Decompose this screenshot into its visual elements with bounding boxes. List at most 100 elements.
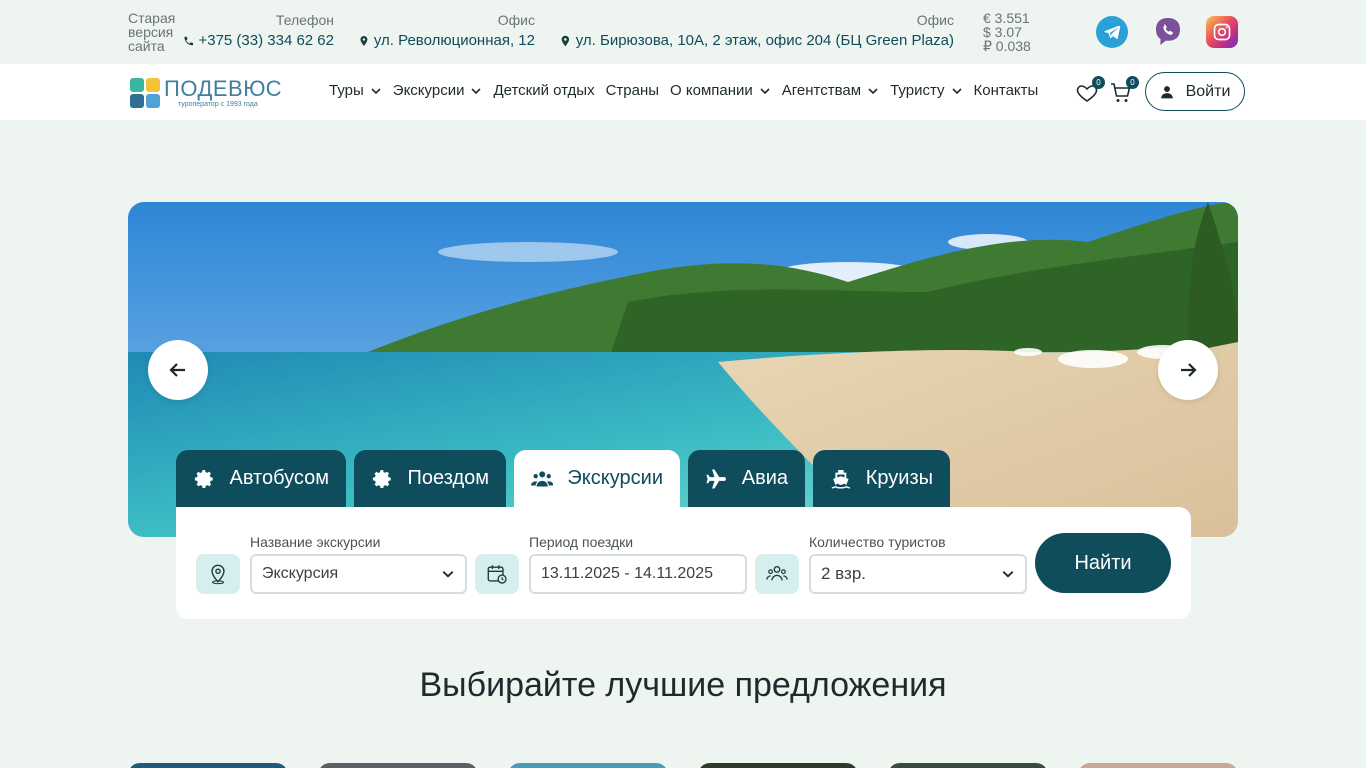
location-pin-icon — [196, 554, 240, 594]
currency-eur: € 3.551 — [983, 10, 1030, 26]
tab-avia[interactable]: Авиа — [688, 450, 805, 507]
menu-item-label: Туры — [329, 82, 364, 99]
excursion-select-value: Экскурсия — [262, 565, 339, 582]
tab-excursions[interactable]: Экскурсии — [514, 450, 680, 507]
menu-item-tourist[interactable]: Туристу — [890, 82, 962, 99]
chevron-down-icon — [760, 87, 770, 94]
telegram-icon[interactable] — [1096, 16, 1128, 48]
period-value: 13.11.2025 - 14.11.2025 — [541, 565, 713, 582]
calendar-icon — [475, 554, 519, 594]
tab-bus[interactable]: Автобусом — [176, 450, 346, 507]
chevron-down-icon — [951, 87, 962, 94]
menu-item-label: О компании — [670, 82, 753, 99]
tourists-select[interactable]: 2 взр. — [809, 554, 1027, 594]
tab-train[interactable]: Поездом — [354, 450, 506, 507]
phone-value: +375 (33) 334 62 62 — [198, 32, 334, 49]
gear-icon — [372, 469, 391, 488]
location-pin-icon — [360, 36, 368, 46]
plane-icon — [706, 469, 726, 488]
arrow-left-icon — [169, 363, 185, 377]
phone-label: Телефон — [275, 12, 334, 28]
arrow-right-icon — [1181, 363, 1197, 377]
viber-icon[interactable] — [1152, 16, 1184, 48]
menu-item-label: Туристу — [890, 82, 945, 99]
instagram-icon[interactable] — [1206, 16, 1238, 48]
period-label: Период поездки — [529, 534, 634, 550]
top-info-bar: Старая версия сайта Телефон +375 (33) 33… — [0, 0, 1366, 64]
menu-item-label: Детский отдых — [493, 82, 595, 99]
excursion-select[interactable]: Экскурсия — [250, 554, 467, 594]
menu-item-label: Контакты — [973, 82, 1039, 99]
phone-block: Телефон +375 (33) 334 62 62 — [183, 13, 334, 51]
office1-value: ул. Революционная, 12 — [373, 32, 535, 49]
office2-value: ул. Бирюзова, 10А, 2 этаж, офис 204 (БЦ … — [575, 32, 954, 49]
offer-card[interactable] — [318, 763, 478, 768]
chevron-down-icon — [371, 87, 381, 94]
chevron-down-icon — [868, 87, 878, 94]
menu-item-label: Агентствам — [781, 82, 862, 99]
tab-cruises[interactable]: Круизы — [813, 450, 950, 507]
slider-next-button[interactable] — [1158, 340, 1218, 400]
office1-label: Офис — [497, 12, 535, 28]
login-button[interactable]: Войти — [1145, 72, 1245, 111]
favorites-button[interactable]: 0 — [1075, 76, 1105, 105]
menu-item-agencies[interactable]: Агентствам — [782, 82, 879, 99]
main-menu: Туры Экскурсии Детский отдых Страны О ко… — [329, 82, 1049, 99]
office2-link[interactable]: ул. Бирюзова, 10А, 2 этаж, офис 204 (БЦ … — [559, 31, 954, 51]
ship-icon — [831, 469, 850, 489]
menu-item-kids[interactable]: Детский отдых — [493, 82, 594, 99]
old-site-link[interactable]: Старая версия сайта — [128, 11, 188, 53]
search-panel: Название экскурсии Экскурсия Период поез… — [176, 507, 1191, 619]
tab-label: Поездом — [407, 467, 489, 489]
tab-label: Экскурсии — [567, 467, 663, 489]
chevron-down-icon — [442, 571, 454, 578]
excursion-name-label: Название экскурсии — [250, 534, 381, 550]
phone-icon — [184, 36, 194, 46]
period-input[interactable]: 13.11.2025 - 14.11.2025 — [529, 554, 747, 594]
phone-link[interactable]: +375 (33) 334 62 62 — [183, 31, 334, 51]
site-logo[interactable]: ПОДЕВЮС туроператор с 1993 года — [130, 77, 282, 109]
office2-label: Офис — [916, 12, 954, 28]
menu-item-label: Страны — [605, 82, 660, 99]
menu-item-tours[interactable]: Туры — [329, 82, 382, 99]
tab-label: Автобусом — [229, 467, 329, 489]
favorites-count-badge: 0 — [1092, 76, 1105, 89]
find-button[interactable]: Найти — [1035, 533, 1171, 593]
offer-card[interactable] — [888, 763, 1048, 768]
office1-link[interactable]: ул. Революционная, 12 — [358, 31, 535, 51]
menu-item-about[interactable]: О компании — [670, 82, 771, 99]
currency-rub: ₽ 0.038 — [983, 38, 1031, 54]
menu-item-contacts[interactable]: Контакты — [974, 82, 1039, 99]
currency-rates: € 3.551 $ 3.07 ₽ 0.038 — [983, 11, 1031, 53]
offer-card[interactable] — [1078, 763, 1238, 768]
currency-usd: $ 3.07 — [983, 24, 1022, 40]
offer-card[interactable] — [508, 763, 668, 768]
main-navbar: ПОДЕВЮС туроператор с 1993 года Туры Экс… — [0, 64, 1366, 120]
tourists-label: Количество туристов — [809, 534, 946, 550]
tourists-icon — [755, 554, 799, 594]
tab-label: Круизы — [865, 467, 933, 489]
gear-icon — [194, 469, 213, 488]
chevron-down-icon — [471, 87, 482, 94]
tab-label: Авиа — [741, 467, 788, 489]
login-label: Войти — [1185, 82, 1231, 100]
menu-item-countries[interactable]: Страны — [606, 82, 659, 99]
users-icon — [531, 470, 554, 486]
tourists-select-value: 2 взр. — [821, 564, 866, 583]
chevron-down-icon — [1002, 571, 1014, 578]
logo-name: ПОДЕВЮС — [164, 76, 283, 101]
offer-card[interactable] — [128, 763, 288, 768]
cart-button[interactable]: 0 — [1109, 76, 1139, 105]
section-title: Выбирайте лучшие предложения — [419, 666, 947, 704]
office2-block: Офис ул. Бирюзова, 10А, 2 этаж, офис 204… — [559, 13, 954, 51]
slider-prev-button[interactable] — [148, 340, 208, 400]
logo-mark-icon — [130, 78, 160, 108]
menu-item-label: Экскурсии — [392, 82, 465, 99]
office1-block: Офис ул. Революционная, 12 — [358, 13, 535, 51]
logo-subtitle: туроператор с 1993 года — [178, 101, 258, 108]
menu-item-excursions[interactable]: Экскурсии — [393, 82, 483, 99]
cart-count-badge: 0 — [1126, 76, 1139, 89]
location-pin-icon — [561, 35, 570, 47]
user-icon — [1160, 85, 1173, 98]
offer-card[interactable] — [698, 763, 858, 768]
